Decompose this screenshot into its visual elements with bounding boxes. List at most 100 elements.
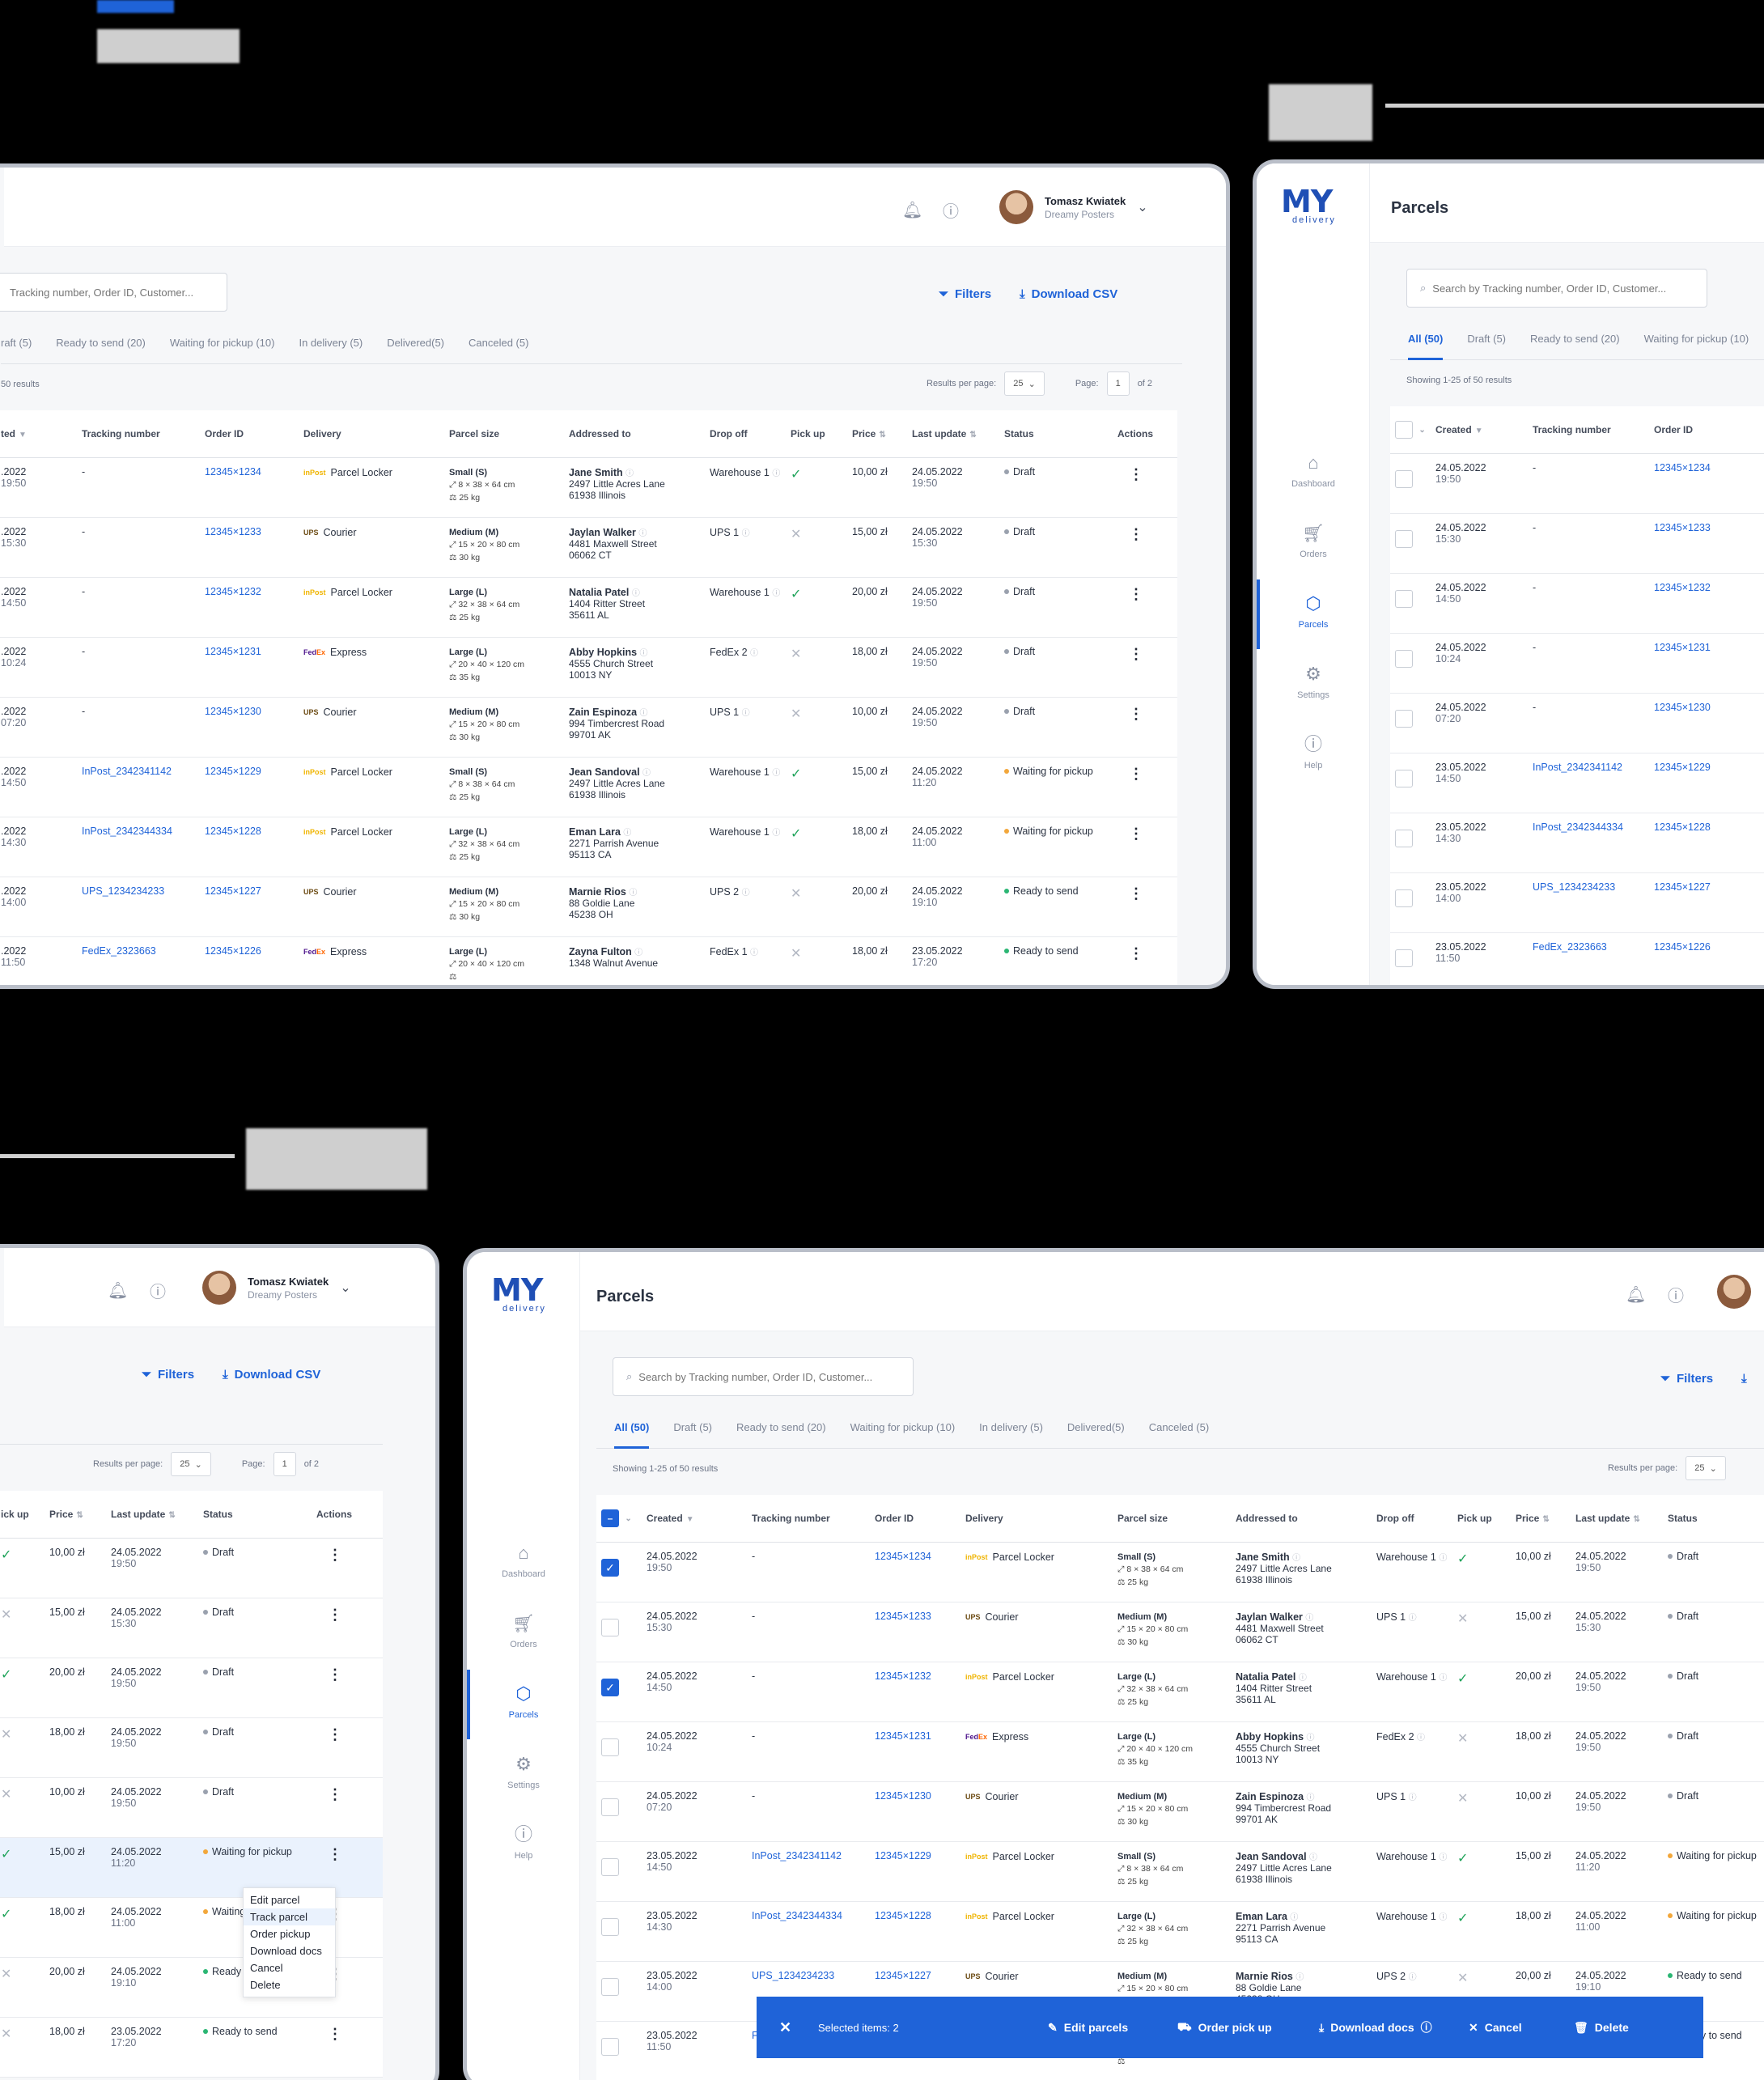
cell-order[interactable]: 12345×1228 <box>870 1901 960 1962</box>
kebab-icon[interactable]: ⋮ <box>1113 577 1177 638</box>
menu-item-delete[interactable]: Delete <box>244 1976 335 1993</box>
menu-item-track-parcel[interactable]: Track parcel <box>244 1908 335 1925</box>
cell-tracking[interactable]: InPost_2342341142 <box>77 757 200 817</box>
kebab-icon[interactable]: ⋮ <box>1113 757 1177 817</box>
download-csv-button[interactable]: ⤓ Download CSV <box>223 1368 320 1382</box>
table-row[interactable]: .2022 11:50 FedEx_2323663 12345×1226 FedEx Ex… <box>0 936 1177 985</box>
menu-item-download-docs[interactable]: Download docs <box>244 1942 335 1959</box>
table-row[interactable]: 23.05.2022 14:50 InPost_2342341142 12345×12… <box>1390 753 1764 813</box>
table-row[interactable]: 23.05.2022 14:50 InPost_2342341142 12345×12… <box>596 1841 1764 1902</box>
row-checkbox[interactable] <box>1390 693 1431 753</box>
row-checkbox[interactable] <box>1390 513 1431 574</box>
kebab-icon[interactable]: ⋮ <box>1113 877 1177 937</box>
search-field[interactable] <box>10 286 227 299</box>
kebab-icon[interactable]: ⋮ <box>312 1658 383 1718</box>
filters-button[interactable]: ⏷ Filters <box>1660 1372 1713 1386</box>
sidebar-item-settings[interactable]: ⚙ Settings <box>467 1755 580 1791</box>
tab-draft[interactable]: Draft (5) <box>1467 329 1506 360</box>
cell-tracking[interactable]: InPost_2342344334 <box>1528 813 1649 873</box>
menu-item-order-pickup[interactable]: Order pickup <box>244 1925 335 1942</box>
row-checkbox[interactable] <box>596 1781 642 1842</box>
kebab-icon[interactable]: ⋮ <box>312 1717 383 1778</box>
table-row[interactable]: .2022 15:30-12345×1233 UPS Courier Medium (M… <box>0 517 1177 578</box>
row-checkbox[interactable]: ✓ <box>596 1662 642 1722</box>
sidebar-item-parcels[interactable]: ⬡ Parcels <box>1257 594 1370 630</box>
cell-order[interactable]: 12345×1231 <box>870 1721 960 1782</box>
col-price[interactable]: Price ⇅ <box>847 410 907 458</box>
cell-order[interactable]: 12345×1228 <box>200 817 299 877</box>
col-created[interactable]: Created ▼ <box>1431 406 1528 454</box>
tab-waiting[interactable]: Waiting for pickup (10) <box>170 333 275 364</box>
cell-order[interactable]: 12345×1229 <box>870 1841 960 1902</box>
user-menu[interactable]: Tomasz Kwiatek Dreamy Posters ⌄ <box>202 1271 351 1305</box>
row-checkbox[interactable] <box>596 1901 642 1962</box>
row-checkbox[interactable] <box>1390 813 1431 873</box>
cell-order[interactable]: 12345×1226 <box>1649 932 1764 985</box>
table-row[interactable]: 24.05.2022 07:20-12345×1230 UPS Courier Medi… <box>596 1781 1764 1842</box>
cell-order[interactable]: 12345×1231 <box>200 637 299 698</box>
row-checkbox[interactable] <box>1390 872 1431 933</box>
cell-order[interactable]: 12345×1229 <box>1649 753 1764 813</box>
table-row[interactable]: ✕ 10,00 zł 24.05.2022 19:50 Draft ⋮ <box>0 1777 383 1838</box>
tab-ready[interactable]: Ready to send (20) <box>56 333 146 364</box>
col-price[interactable]: Price ⇅ <box>1511 1495 1571 1543</box>
kebab-icon[interactable]: ⋮ <box>312 1777 383 1838</box>
cell-order[interactable]: 12345×1232 <box>1649 573 1764 634</box>
col-created[interactable]: ted ▼ <box>0 410 77 458</box>
per-page-select[interactable]: 25 ⌄ <box>1686 1456 1726 1480</box>
table-row[interactable]: .2022 07:20-12345×1230 UPS Courier Medium (M… <box>0 697 1177 758</box>
search-field[interactable] <box>1432 282 1707 295</box>
kebab-icon[interactable]: ⋮ <box>312 1538 383 1598</box>
table-row[interactable]: 23.05.2022 14:30 InPost_2342344334 12345×12… <box>596 1901 1764 1962</box>
sidebar-item-dashboard[interactable]: ⌂ Dashboard <box>1257 453 1370 490</box>
page-input[interactable]: 1 <box>1106 371 1130 396</box>
tab-in-delivery[interactable]: In delivery (5) <box>299 333 363 364</box>
row-checkbox[interactable] <box>596 1721 642 1782</box>
kebab-icon[interactable]: ⋮ <box>312 1598 383 1658</box>
col-update[interactable]: Last update ⇅ <box>106 1491 198 1539</box>
bell-icon[interactable]: 🔔︎ <box>1626 1284 1646 1305</box>
edit-parcels-button[interactable]: ✎ Edit parcels <box>1048 2021 1128 2035</box>
filters-button[interactable]: ⏷ Filters <box>939 287 991 301</box>
cell-tracking[interactable]: InPost_2342341142 <box>1528 753 1649 813</box>
tab-all[interactable]: All (50) <box>614 1418 650 1449</box>
cell-order[interactable]: 12345×1227 <box>200 877 299 937</box>
cell-tracking[interactable]: FedEx_2323663 <box>77 936 200 985</box>
cell-order[interactable]: 12345×1232 <box>870 1662 960 1722</box>
tab-ready[interactable]: Ready to send (20) <box>1530 329 1620 360</box>
table-row[interactable]: .2022 14:00 UPS_1234234233 12345×1227 UPS Cou… <box>0 877 1177 937</box>
table-row[interactable]: .2022 14:50 InPost_2342341142 12345×1229 inP… <box>0 757 1177 817</box>
cell-order[interactable]: 12345×1234 <box>1649 453 1764 514</box>
table-row[interactable]: ✓ 20,00 zł 24.05.2022 19:50 Draft ⋮ <box>0 1658 383 1718</box>
table-row[interactable]: 23.05.2022 14:30 InPost_2342344334 12345×12… <box>1390 813 1764 873</box>
sidebar-item-settings[interactable]: ⚙ Settings <box>1257 664 1370 701</box>
filters-button[interactable]: ⏷ Filters <box>142 1368 194 1382</box>
menu-item-edit-parcel[interactable]: Edit parcel <box>244 1891 335 1908</box>
cell-order[interactable]: 12345×1230 <box>200 697 299 758</box>
table-row[interactable]: 24.05.2022 10:24-12345×1231 <box>1390 633 1764 694</box>
row-checkbox[interactable]: ✓ <box>596 1542 642 1602</box>
cell-tracking[interactable]: InPost_2342344334 <box>747 1901 870 1962</box>
table-row[interactable]: ✕ 18,00 zł 23.05.2022 17:20 Ready to send ⋮ <box>0 2017 383 2078</box>
download-icon[interactable]: ⤓ <box>1741 1372 1747 1386</box>
kebab-icon[interactable]: ⋮ <box>1113 637 1177 698</box>
sidebar-item-help[interactable]: ⓘ Help <box>1257 735 1370 771</box>
kebab-icon[interactable]: ⋮ <box>1113 817 1177 877</box>
help-icon[interactable]: ⓘ <box>150 1279 166 1302</box>
table-row[interactable]: ✓ 24.05.2022 19:50-12345×1234 inPost Parcel … <box>596 1542 1764 1602</box>
table-row[interactable]: 24.05.2022 15:30-12345×1233 <box>1390 513 1764 574</box>
table-row[interactable]: ✕ 18,00 zł 24.05.2022 19:50 Draft ⋮ <box>0 1717 383 1778</box>
sidebar-item-help[interactable]: ⓘ Help <box>467 1825 580 1861</box>
cell-order[interactable]: 12345×1231 <box>1649 633 1764 694</box>
tab-all[interactable]: All (50) <box>1408 329 1444 360</box>
tab-draft[interactable]: raft (5) <box>1 333 32 364</box>
row-checkbox[interactable] <box>1390 573 1431 634</box>
table-row[interactable]: 24.05.2022 07:20-12345×1230 <box>1390 693 1764 753</box>
table-row[interactable]: 24.05.2022 15:30-12345×1233 UPS Courier Medi… <box>596 1602 1764 1662</box>
cell-order[interactable]: 12345×1234 <box>870 1542 960 1602</box>
row-checkbox[interactable] <box>1390 753 1431 813</box>
kebab-icon[interactable]: ⋮ <box>1113 457 1177 518</box>
page-input[interactable]: 1 <box>273 1452 296 1476</box>
row-checkbox[interactable] <box>596 1602 642 1662</box>
table-row[interactable]: .2022 14:30 InPost_2342344334 12345×1228 inP… <box>0 817 1177 877</box>
